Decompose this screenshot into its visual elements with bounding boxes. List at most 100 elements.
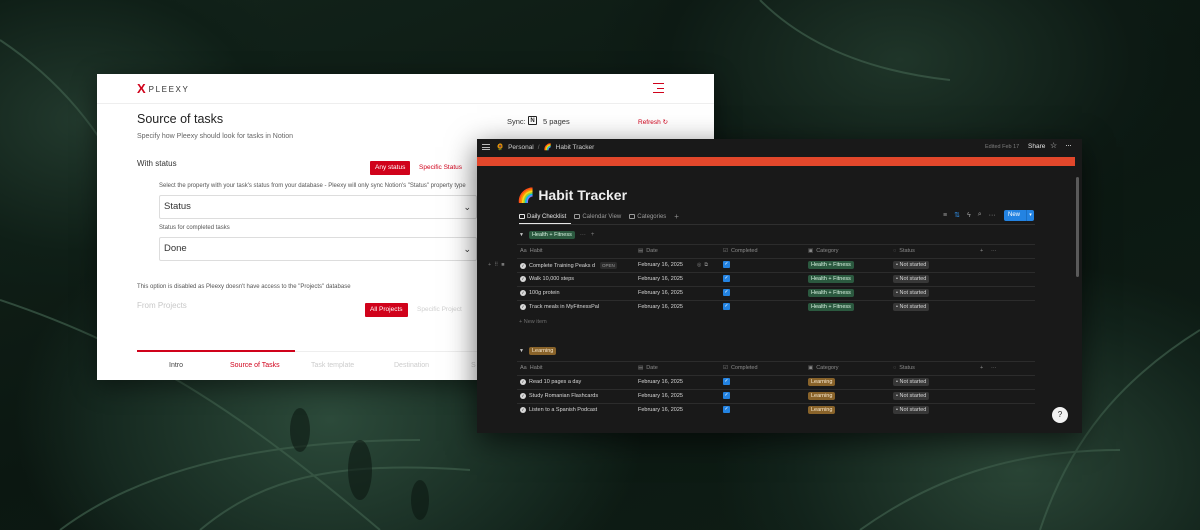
table-row[interactable]: ✓ 100g protein February 16, 2025 ✓ Health…	[517, 286, 1035, 300]
status-property-select[interactable]: Status ⌄	[159, 195, 477, 219]
status-cell[interactable]: • Not started	[893, 378, 930, 386]
column-completed[interactable]: ☑ Completed	[723, 365, 758, 371]
date-cell[interactable]: February 16, 2025	[638, 290, 683, 296]
collapse-triangle-icon[interactable]: ▼	[519, 232, 524, 238]
row-handle[interactable]: + ⠿ ■	[488, 262, 505, 268]
category-cell[interactable]: Health + Fitness	[808, 289, 854, 297]
more-options-icon[interactable]: ···	[991, 365, 997, 371]
step-source-of-tasks[interactable]: Source of Tasks	[230, 362, 280, 369]
step-intro[interactable]: Intro	[169, 362, 183, 369]
completed-checkbox[interactable]: ✓	[723, 289, 730, 296]
habit-cell[interactable]: ✓ 100g protein	[520, 290, 560, 296]
share-button[interactable]: Share	[1028, 143, 1045, 150]
column-habit[interactable]: Aa Habit	[520, 365, 543, 371]
status-cell[interactable]: • Not started	[893, 303, 930, 311]
column-status[interactable]: ◌ Status	[893, 248, 915, 254]
refresh-button[interactable]: Refresh ↻	[638, 118, 668, 126]
all-projects-button[interactable]: All Projects	[365, 303, 408, 317]
completed-checkbox[interactable]: ✓	[723, 392, 730, 399]
new-button[interactable]: New ▾	[1004, 210, 1034, 221]
add-view-icon[interactable]: +	[674, 212, 679, 221]
filter-icon[interactable]: ≡	[943, 212, 947, 219]
table-row[interactable]: ✓ Walk 10,000 steps February 16, 2025 ✓ H…	[517, 272, 1035, 286]
column-completed[interactable]: ☑ Completed	[723, 248, 758, 254]
table-row[interactable]: ✓ Read 10 pages a day February 16, 2025 ✓…	[517, 375, 1035, 389]
date-cell[interactable]: February 16, 2025	[638, 379, 683, 385]
tab-calendar-view[interactable]: Calendar View	[574, 214, 621, 220]
habit-cell[interactable]: ✓ Listen to a Spanish Podcast	[520, 407, 597, 413]
group-add-icon[interactable]: +	[591, 232, 595, 238]
category-cell[interactable]: Learning	[808, 378, 836, 386]
column-status[interactable]: ◌ Status	[893, 365, 915, 371]
copy-icon[interactable]: ⧉	[704, 262, 708, 268]
completed-checkbox[interactable]: ✓	[723, 261, 730, 268]
completed-checkbox[interactable]: ✓	[723, 406, 730, 413]
habit-cell[interactable]: ✓ Walk 10,000 steps	[520, 276, 574, 282]
habit-cell[interactable]: ✓ Track meals in MyFitnessPal	[520, 304, 599, 310]
completed-checkbox[interactable]: ✓	[723, 275, 730, 282]
breadcrumb-page[interactable]: Habit Tracker	[556, 144, 595, 151]
habit-cell[interactable]: ✓ Study Romanian Flashcards	[520, 393, 598, 399]
add-property-icon[interactable]: +	[980, 365, 983, 371]
more-options-icon[interactable]: ···	[991, 248, 997, 254]
collapse-triangle-icon[interactable]: ▼	[519, 348, 524, 354]
column-date[interactable]: ▤ Date	[638, 248, 658, 254]
add-row-icon[interactable]: +	[488, 262, 491, 268]
search-icon[interactable]: ⌕	[978, 211, 982, 219]
page-title[interactable]: 🌈 Habit Tracker	[517, 187, 627, 204]
help-assistant-icon[interactable]: ?	[1052, 407, 1068, 423]
table-row[interactable]: ✓ Study Romanian Flashcards February 16, …	[517, 389, 1035, 403]
status-cell[interactable]: • Not started	[893, 406, 930, 414]
breadcrumb-workspace[interactable]: Personal	[508, 144, 534, 151]
date-cell[interactable]: February 16, 2025	[638, 262, 683, 268]
category-cell[interactable]: Health + Fitness	[808, 275, 854, 283]
step-next[interactable]: S	[471, 362, 476, 369]
table-row[interactable]: ✓ Track meals in MyFitnessPal February 16…	[517, 300, 1035, 314]
date-cell[interactable]: February 16, 2025	[638, 304, 683, 310]
more-options-icon[interactable]: ···	[1065, 140, 1072, 150]
tab-daily-checklist[interactable]: Daily Checklist	[519, 214, 566, 220]
tab-categories[interactable]: Categories	[629, 214, 666, 220]
scrollbar[interactable]	[1076, 177, 1079, 277]
status-cell[interactable]: • Not started	[893, 392, 930, 400]
completed-checkbox[interactable]: ✓	[723, 378, 730, 385]
star-icon[interactable]: ☆	[1050, 141, 1057, 150]
habit-cell[interactable]: ✓ Complete Training Peaks d OPEN	[520, 262, 617, 269]
category-cell[interactable]: Health + Fitness	[808, 261, 854, 269]
sidebar-toggle-icon[interactable]	[482, 144, 490, 150]
more-options-icon[interactable]: ···	[989, 212, 996, 219]
completed-status-select[interactable]: Done ⌄	[159, 237, 477, 261]
status-cell[interactable]: • Not started	[893, 289, 930, 297]
status-cell[interactable]: • Not started	[893, 275, 930, 283]
automation-icon[interactable]: ϟ	[967, 212, 971, 219]
column-category[interactable]: ▣ Category	[808, 365, 839, 371]
date-cell[interactable]: February 16, 2025	[638, 393, 683, 399]
add-property-icon[interactable]: +	[980, 248, 983, 254]
specific-status-button[interactable]: Specific Status	[415, 161, 466, 175]
drag-handle-icon[interactable]: ⠿	[494, 262, 498, 268]
date-cell[interactable]: February 16, 2025	[638, 407, 683, 413]
step-task-template[interactable]: Task template	[311, 362, 354, 369]
column-habit[interactable]: Aa Habit	[520, 248, 543, 254]
chevron-down-icon[interactable]: ▾	[1026, 210, 1034, 221]
any-status-button[interactable]: Any status	[370, 161, 411, 175]
row-select-icon[interactable]: ■	[501, 262, 504, 268]
table-row[interactable]: + ⠿ ■ ✓ Complete Training Peaks d OPEN ◎ ⧉ Fe…	[488, 258, 1035, 272]
hamburger-menu-icon[interactable]	[653, 83, 664, 93]
category-cell[interactable]: Learning	[808, 392, 836, 400]
sort-icon[interactable]: ⇅	[954, 211, 960, 219]
column-category[interactable]: ▣ Category	[808, 248, 839, 254]
group-more-icon[interactable]: ···	[580, 232, 586, 238]
category-cell[interactable]: Health + Fitness	[808, 303, 854, 311]
habit-cell[interactable]: ✓ Read 10 pages a day	[520, 379, 581, 385]
date-cell[interactable]: February 16, 2025	[638, 276, 683, 282]
step-destination[interactable]: Destination	[394, 362, 429, 369]
open-button[interactable]: OPEN	[600, 262, 617, 269]
pleexy-logo[interactable]: X PLEEXY	[137, 82, 189, 95]
category-cell[interactable]: Learning	[808, 406, 836, 414]
completed-checkbox[interactable]: ✓	[723, 303, 730, 310]
comment-icon[interactable]: ◎	[697, 262, 701, 268]
column-date[interactable]: ▤ Date	[638, 365, 658, 371]
table-row[interactable]: ✓ Listen to a Spanish Podcast February 16…	[517, 403, 1035, 417]
status-cell[interactable]: • Not started	[893, 261, 930, 269]
